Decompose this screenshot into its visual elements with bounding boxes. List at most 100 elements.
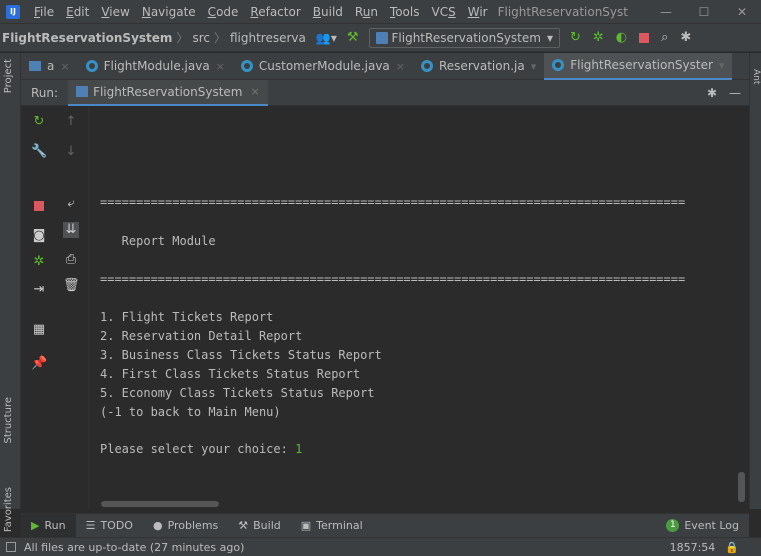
tab-collapsed[interactable]: a × — [21, 53, 78, 80]
bottom-tab-run[interactable]: ▶ Run — [21, 513, 76, 538]
horizontal-scrollbar[interactable] — [101, 501, 219, 507]
menu-run[interactable]: Run — [349, 5, 384, 19]
user-vcs-icon[interactable]: 👥▾ — [316, 31, 337, 45]
breadcrumb-project[interactable]: FlightReservationSystem — [2, 31, 172, 45]
maximize-button[interactable]: ☐ — [685, 5, 723, 19]
bottom-tab-todo[interactable]: ☰ TODO — [76, 514, 143, 538]
run-header-actions: ✱ — — [707, 86, 749, 100]
search-icon[interactable]: ⌕ — [661, 30, 668, 45]
java-class-icon — [85, 60, 98, 72]
breadcrumb-src[interactable]: src — [192, 31, 210, 45]
build-hammer-icon: ⚒ — [238, 519, 249, 532]
console-separator: ========================================… — [100, 272, 686, 286]
toggle-panels-icon[interactable] — [6, 542, 16, 552]
chevron-down-icon[interactable]: ▾ — [531, 60, 537, 73]
left-tool-stripe: Project Structure Favorites — [0, 53, 21, 532]
stop-icon[interactable] — [31, 200, 47, 216]
terminal-icon: ▣ — [300, 519, 312, 532]
menu-window[interactable]: Wir — [462, 5, 494, 19]
rerun-icon[interactable]: ↻ — [570, 30, 581, 45]
menu-vcs[interactable]: VCS — [426, 5, 462, 19]
menu-edit[interactable]: Edit — [60, 5, 95, 19]
wrench-icon[interactable]: 🔧 — [31, 144, 47, 160]
run-window-header: Run: FlightReservationSystem × ✱ — — [21, 79, 749, 106]
arrow-up-icon[interactable]: ↑ — [63, 114, 79, 130]
event-log-button[interactable]: 1 Event Log — [666, 519, 749, 532]
console-output[interactable]: ========================================… — [89, 106, 749, 509]
rerun-icon[interactable]: ↻ — [31, 114, 47, 130]
chevron-right-icon: 〉 — [176, 31, 189, 45]
coverage-icon[interactable]: ◐ — [616, 30, 627, 45]
bottom-tool-tabs: ▶ Run ☰ TODO ● Problems ⚒ Build ▣ Termin… — [21, 513, 749, 538]
java-class-icon — [552, 59, 565, 71]
window-title: FlightReservationSyster — [497, 4, 628, 19]
arrow-down-icon[interactable]: ↓ — [63, 144, 79, 160]
close-icon[interactable]: × — [60, 60, 69, 73]
console-option: 4. First Class Tickets Status Report — [100, 367, 361, 381]
scroll-to-end-icon[interactable]: ⇊ — [63, 222, 79, 238]
tab-customer-module[interactable]: CustomerModule.java × — [233, 53, 413, 80]
build-hammer-icon[interactable]: ⚒ — [347, 30, 359, 45]
run-toolbar: ↻ ✲ ◐ ⌕ ✱ — [570, 30, 691, 45]
intellij-logo-icon: IJ — [6, 4, 20, 19]
console-title: Report Module — [100, 234, 216, 248]
menu-bar: IJ File Edit View Navigate Code Refactor… — [0, 0, 761, 24]
trash-icon[interactable]: 🗑 — [63, 278, 80, 294]
camera-icon[interactable]: ◙ — [31, 228, 47, 244]
pin-icon[interactable]: 📌 — [31, 356, 47, 372]
print-icon[interactable]: ⎙ — [63, 252, 79, 268]
close-icon[interactable]: × — [251, 85, 260, 98]
run-tab-flight-reservation-system[interactable]: FlightReservationSystem × — [68, 79, 268, 106]
menu-view[interactable]: View — [95, 5, 135, 19]
stop-icon[interactable] — [639, 32, 650, 43]
tab-flight-module[interactable]: FlightModule.java × — [78, 53, 233, 80]
close-icon[interactable]: × — [216, 60, 225, 73]
project-tool-button[interactable]: Project — [3, 59, 14, 93]
java-class-icon — [240, 60, 253, 72]
run-side-toolbar: ↻ ↑ 🔧 ↓ ⤶ ◙ ⇊ ✲ ⎙ ⇥ 🗑 ▦ 📌 — [21, 106, 89, 509]
menu-build[interactable]: Build — [307, 5, 349, 19]
tab-reservation[interactable]: Reservation.ja ▾ — [413, 53, 544, 80]
console-separator: ========================================… — [100, 195, 686, 209]
bottom-tab-problems[interactable]: ● Problems — [143, 514, 228, 538]
problems-icon: ● — [152, 519, 163, 532]
console-option: 5. Economy Class Tickets Status Report — [100, 386, 375, 400]
chevron-down-icon: ▾ — [546, 30, 553, 45]
menu-code[interactable]: Code — [202, 5, 245, 19]
status-right: 1857:54 🔒 — [670, 541, 761, 554]
layout-icon[interactable]: ▦ — [31, 322, 47, 338]
gear-icon[interactable]: ✱ — [680, 30, 691, 45]
debug-bug-icon[interactable]: ✲ — [593, 30, 604, 45]
run-config-selector[interactable]: FlightReservationSystem ▾ — [368, 27, 560, 48]
debug-icon[interactable]: ✲ — [31, 254, 47, 270]
run-icon: ▶ — [31, 519, 40, 532]
hide-icon[interactable]: — — [729, 86, 741, 100]
bottom-tab-terminal[interactable]: ▣ Terminal — [291, 514, 373, 538]
tab-flight-reservation-system[interactable]: FlightReservationSyster ▾ — [544, 52, 733, 80]
soft-wrap-icon[interactable]: ⤶ — [63, 196, 79, 212]
chevron-down-icon[interactable]: ▾ — [719, 59, 725, 72]
login-icon[interactable]: ⇥ — [31, 282, 47, 298]
structure-tool-button[interactable]: Structure — [3, 397, 14, 444]
app-config-icon — [76, 86, 89, 97]
breadcrumb-package[interactable]: flightreserva — [230, 31, 306, 45]
list-icon: ☰ — [85, 519, 96, 532]
java-class-icon — [421, 60, 433, 72]
vertical-scrollbar[interactable] — [738, 472, 745, 502]
minimize-button[interactable]: — — [647, 5, 685, 19]
editor-tab-bar: a × FlightModule.java × CustomerModule.j… — [21, 52, 749, 80]
gear-icon[interactable]: ✱ — [707, 86, 717, 100]
ant-tool-button[interactable]: Ant — [751, 69, 761, 84]
menu-tools[interactable]: Tools — [384, 5, 426, 19]
favorites-tool-button[interactable]: Favorites — [3, 487, 14, 532]
menu-file[interactable]: File — [28, 5, 60, 19]
lock-icon[interactable]: 🔒 — [725, 541, 739, 554]
bottom-tab-build[interactable]: ⚒ Build — [228, 514, 291, 538]
close-button[interactable]: ✕ — [723, 5, 761, 19]
close-icon[interactable]: × — [396, 60, 405, 73]
app-config-icon — [375, 31, 388, 44]
menu-navigate[interactable]: Navigate — [136, 5, 202, 19]
caret-position[interactable]: 1857:54 — [670, 541, 716, 554]
menu-refactor[interactable]: Refactor — [244, 5, 306, 19]
file-icon — [29, 61, 41, 71]
